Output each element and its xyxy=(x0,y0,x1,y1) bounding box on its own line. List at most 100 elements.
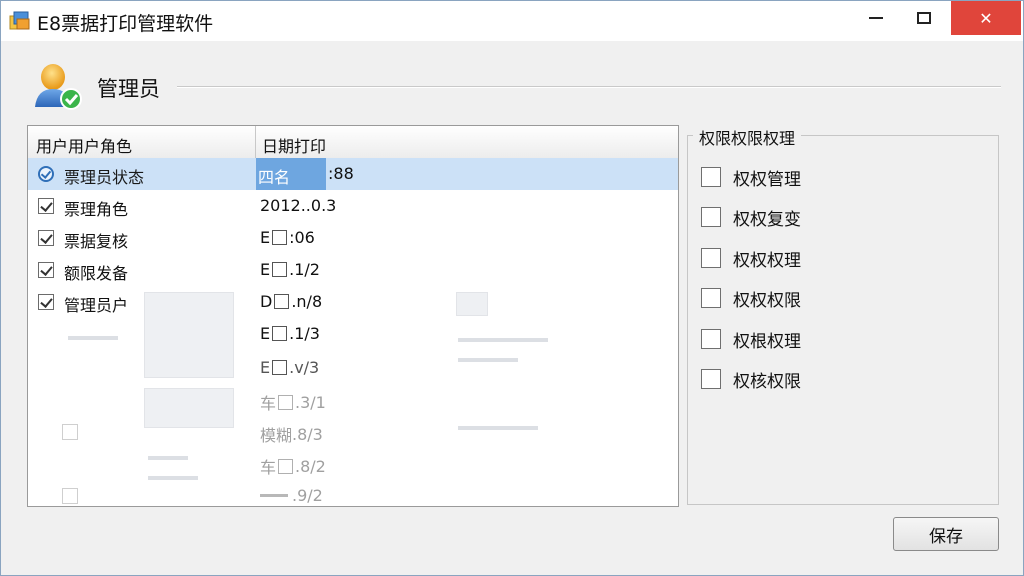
row-name: 票据复核 xyxy=(64,232,129,251)
table-row[interactable]: .9/2 xyxy=(28,480,678,506)
list-header: 用户用户角色 日期打印 xyxy=(28,126,678,159)
maximize-button[interactable] xyxy=(901,1,947,35)
table-row[interactable]: 票据复核 E :06 xyxy=(28,222,678,254)
row-date-cell: E .1/3 xyxy=(260,324,320,343)
row-name: 票理角色 xyxy=(64,200,129,219)
row-date-suffix: .8/2 xyxy=(295,456,326,476)
date-checkbox[interactable] xyxy=(272,360,288,375)
permission-checkbox[interactable] xyxy=(701,288,721,308)
row-date: 模糊 xyxy=(260,426,293,445)
permission-item[interactable]: 权核权限 xyxy=(701,367,801,392)
row-date-cell: .9/2 xyxy=(260,486,323,505)
permissions-title: 权限权限权理 xyxy=(693,125,802,149)
permission-checkbox[interactable] xyxy=(701,207,721,227)
permission-label: 权权权理 xyxy=(733,250,801,271)
permissions-group xyxy=(687,135,999,505)
row-date-cell: E :06 xyxy=(260,228,315,247)
main-content: 管理员 用户用户角色 日期打印 票理员状态 四名:88 票理角色 2012..… xyxy=(3,41,1023,575)
title-bar[interactable]: E8票据打印管理软件 ✕ xyxy=(1,1,1023,41)
table-row[interactable]: E .v/3 xyxy=(28,352,678,384)
maximize-icon xyxy=(917,12,931,24)
row-date: D xyxy=(260,292,273,311)
row-checkbox[interactable] xyxy=(38,230,54,246)
date-checkbox[interactable] xyxy=(272,262,288,277)
row-date-cell: 车 .8/2 xyxy=(260,454,326,478)
permission-checkbox[interactable] xyxy=(701,167,721,187)
row-date: 四名 xyxy=(258,168,291,187)
row-date-suffix: :88 xyxy=(328,164,354,183)
save-button[interactable]: 保存 xyxy=(893,517,999,551)
date-checkbox[interactable] xyxy=(272,230,288,245)
header-divider xyxy=(177,86,1001,87)
permission-item[interactable]: 权根权理 xyxy=(701,327,801,352)
app-icon xyxy=(9,11,31,31)
user-role-list[interactable]: 用户用户角色 日期打印 票理员状态 四名 :88 票理角色 2012..0.3 … xyxy=(27,125,679,507)
row-date: E xyxy=(260,358,271,377)
row-date-suffix: .3/1 xyxy=(295,392,326,412)
row-checkbox[interactable] xyxy=(62,488,78,504)
row-date: E xyxy=(260,260,271,279)
permission-label: 权权权限 xyxy=(733,290,801,311)
row-date: 2012..0.3 xyxy=(260,196,337,215)
row-date-suffix: .1/2 xyxy=(289,260,320,279)
app-window: E8票据打印管理软件 ✕ 管理员 用户用户角色 日期打印 票理员状态 四名:8… xyxy=(0,0,1024,576)
table-row[interactable]: 车 .8/2 xyxy=(28,448,678,480)
close-button[interactable]: ✕ xyxy=(951,1,1021,35)
row-date-cell: D .n/8 xyxy=(260,292,322,311)
row-checkbox[interactable] xyxy=(38,294,54,310)
header-title: 管理员 xyxy=(97,77,160,101)
close-icon: ✕ xyxy=(979,8,993,28)
date-checkbox[interactable] xyxy=(278,394,294,410)
row-date: E xyxy=(260,324,271,343)
window-title: E8票据打印管理软件 xyxy=(37,13,214,35)
date-checkbox[interactable] xyxy=(272,326,288,341)
row-date-suffix: :06 xyxy=(289,228,315,247)
minimize-button[interactable] xyxy=(853,1,899,35)
permission-label: 权权复变 xyxy=(733,209,801,230)
row-name: 票理员状态 xyxy=(64,168,145,187)
row-radio-icon[interactable] xyxy=(38,166,54,182)
permission-item[interactable]: 权权复变 xyxy=(701,205,801,230)
table-row[interactable]: 额限发备 E .1/2 xyxy=(28,254,678,286)
row-date-placeholder xyxy=(260,494,288,497)
permission-checkbox[interactable] xyxy=(701,329,721,349)
row-date-cell: E .v/3 xyxy=(260,358,319,377)
row-checkbox[interactable] xyxy=(38,198,54,214)
permission-label: 权根权理 xyxy=(733,331,801,352)
user-header: 管理员 xyxy=(31,59,1001,115)
row-date-cell: E .1/2 xyxy=(260,260,320,279)
permission-item[interactable]: 权权权理 xyxy=(701,246,801,271)
row-date: E xyxy=(260,228,271,247)
permission-checkbox[interactable] xyxy=(701,248,721,268)
row-date: 车 xyxy=(260,394,277,413)
table-row[interactable]: 票理角色 2012..0.3 xyxy=(28,190,678,222)
row-date-suffix: .n/8 xyxy=(291,292,323,311)
row-date-cell: 模糊 .8/3 xyxy=(260,422,323,446)
row-date-cell: 车 .3/1 xyxy=(260,390,326,414)
row-date-suffix: .v/3 xyxy=(289,358,320,377)
row-checkbox[interactable] xyxy=(62,424,78,440)
column-header-date[interactable]: 日期打印 xyxy=(262,133,326,157)
column-header-role[interactable]: 用户用户角色 xyxy=(36,133,132,157)
permission-checkbox[interactable] xyxy=(701,369,721,389)
row-name: 管理员户 xyxy=(64,296,129,315)
row-date: 车 xyxy=(260,458,277,477)
permission-item[interactable]: 权权权限 xyxy=(701,286,801,311)
permission-label: 权权管理 xyxy=(733,169,801,190)
date-checkbox[interactable] xyxy=(274,294,290,309)
column-separator[interactable] xyxy=(255,126,256,158)
row-name: 额限发备 xyxy=(64,264,129,283)
row-date-suffix: .8/3 xyxy=(292,424,323,444)
permission-item[interactable]: 权权管理 xyxy=(701,165,801,190)
row-date-suffix: .9/2 xyxy=(292,486,323,505)
row-checkbox[interactable] xyxy=(38,262,54,278)
table-row[interactable]: 票理员状态 四名 :88 xyxy=(28,158,678,190)
row-date-suffix: .1/3 xyxy=(289,324,320,343)
table-row[interactable]: 管理员户 D .n/8 xyxy=(28,286,678,318)
table-row[interactable]: 模糊 .8/3 xyxy=(28,416,678,448)
table-row[interactable]: 车 .3/1 xyxy=(28,384,678,416)
table-row[interactable]: E .1/3 xyxy=(28,318,678,350)
date-checkbox[interactable] xyxy=(278,458,294,474)
permission-label: 权核权限 xyxy=(733,371,801,392)
minimize-icon xyxy=(869,17,883,19)
